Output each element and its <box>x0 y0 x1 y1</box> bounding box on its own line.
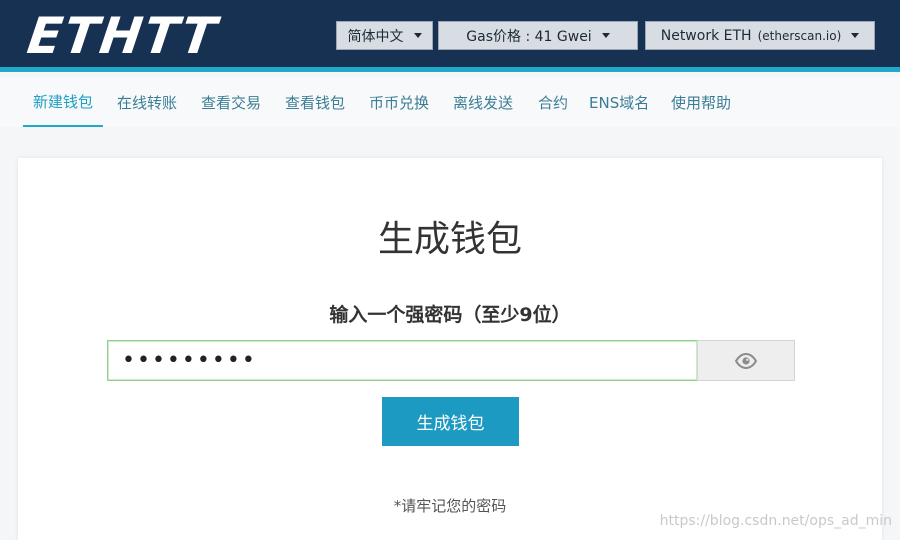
gas-price-select[interactable]: Gas价格 : 41 Gwei <box>438 21 638 50</box>
logo[interactable]: ETHTT <box>24 7 222 65</box>
watermark: https://blog.csdn.net/ops_ad_min <box>659 513 892 529</box>
nav-item-swap[interactable]: 币币兑换 <box>369 77 429 127</box>
generate-wallet-card: 生成钱包 输入一个强密码（至少9位） 生成钱包 *请牢记您的密码 <box>18 158 882 540</box>
nav-item-view-wallet[interactable]: 查看钱包 <box>285 77 345 127</box>
nav-item-ens[interactable]: ENS域名 <box>589 77 649 127</box>
nav-item-offline-send[interactable]: 离线发送 <box>453 77 513 127</box>
nav-item-online-transfer[interactable]: 在线转账 <box>117 77 177 127</box>
generate-wallet-button[interactable]: 生成钱包 <box>382 397 519 446</box>
nav-item-view-transactions[interactable]: 查看交易 <box>201 77 261 127</box>
nav-item-contracts[interactable]: 合约 <box>538 77 568 127</box>
language-select[interactable]: 简体中文 <box>336 21 433 50</box>
caret-down-icon <box>601 33 610 38</box>
gas-price-label: Gas价格 : 41 Gwei <box>466 28 592 45</box>
eye-icon <box>735 352 757 369</box>
password-input[interactable] <box>107 340 697 381</box>
nav-item-new-wallet[interactable]: 新建钱包 <box>23 77 104 127</box>
network-provider: (etherscan.io) <box>757 28 842 43</box>
language-select-label: 简体中文 <box>347 28 404 45</box>
caret-down-icon <box>851 33 860 38</box>
page-title: 生成钱包 <box>377 219 522 260</box>
password-label: 输入一个强密码（至少9位） <box>329 304 571 326</box>
toggle-password-visibility-button[interactable] <box>697 340 795 381</box>
header-bar: ETHTT 简体中文 Gas价格 : 41 Gwei Network ETH (… <box>0 0 900 72</box>
network-name: Network ETH <box>660 27 752 44</box>
caret-down-icon <box>413 33 422 38</box>
network-select[interactable]: Network ETH (etherscan.io) <box>645 21 875 50</box>
nav-item-help[interactable]: 使用帮助 <box>671 77 731 127</box>
main-nav: 新建钱包 在线转账 查看交易 查看钱包 币币兑换 离线发送 合约 ENS域名 使… <box>0 77 900 127</box>
